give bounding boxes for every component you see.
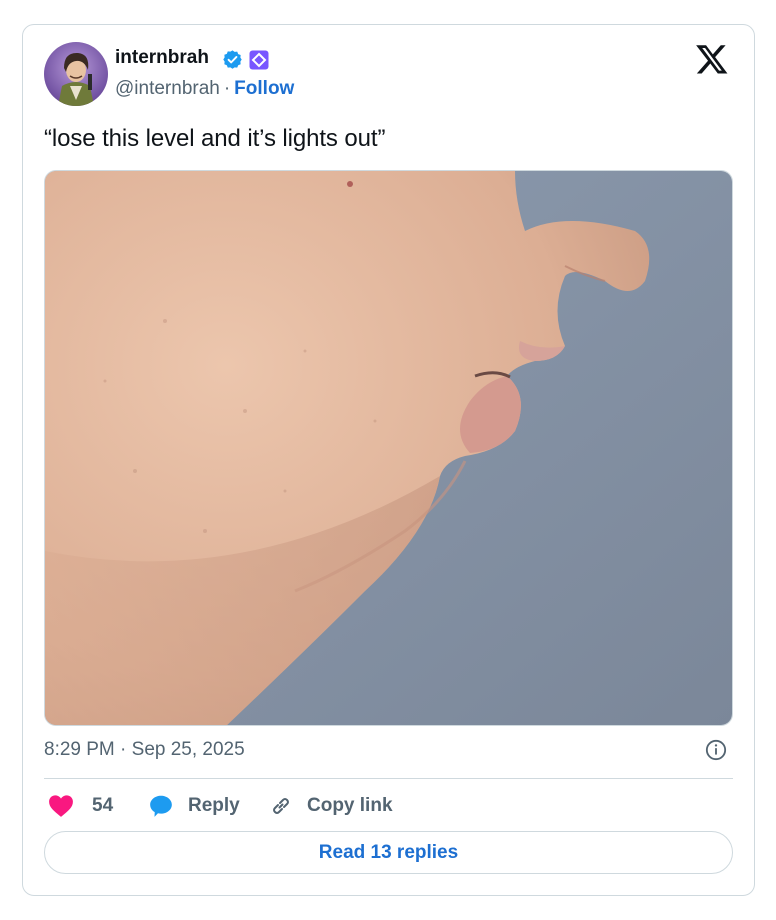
link-icon (273, 798, 289, 814)
affiliation-badge-icon (249, 50, 269, 70)
author-display-name[interactable]: internbrah (115, 47, 209, 69)
engagement-bar: 54 Reply Copy link (44, 791, 733, 821)
actions-divider (44, 778, 733, 779)
reply-label: Reply (188, 795, 240, 816)
media-image (45, 171, 732, 725)
copy-link-button[interactable]: Copy link (269, 791, 393, 821)
reply-button[interactable]: Reply (148, 791, 240, 821)
follow-link[interactable]: Follow (234, 78, 294, 99)
tweet-timestamp[interactable]: 8:29 PM · Sep 25, 2025 (44, 739, 245, 761)
read-replies-label: Read 13 replies (318, 841, 459, 863)
avatar-illustration (44, 42, 108, 106)
tweet-media-photo[interactable] (44, 170, 733, 726)
read-replies-button[interactable]: Read 13 replies (44, 831, 733, 874)
author-handle-row: @internbrah · Follow (115, 78, 294, 100)
author-handle[interactable]: @internbrah (115, 78, 220, 99)
like-button[interactable]: 54 (48, 791, 113, 821)
heart-icon (49, 795, 73, 817)
like-count: 54 (92, 795, 114, 816)
verified-badge-icon (223, 50, 242, 69)
tweet-embed-card: internbrah @internbrah · Follow “lose this… (22, 24, 755, 896)
separator-dot: · (223, 78, 231, 99)
tweet-text: “lose this level and it’s lights out” (44, 125, 386, 152)
copy-link-label: Copy link (307, 795, 393, 816)
info-icon[interactable] (705, 739, 727, 761)
x-logo-icon[interactable] (695, 42, 729, 76)
author-avatar[interactable] (44, 42, 108, 106)
speech-bubble-icon (150, 795, 172, 817)
